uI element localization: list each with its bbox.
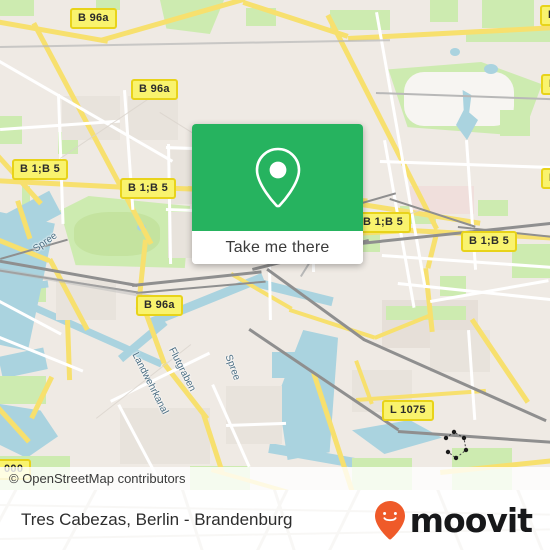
take-me-there-card[interactable]: Take me there (192, 124, 363, 264)
map-canvas[interactable]: Spree Landwehrkanal Flutgraben Spree B 96a B… (0, 0, 550, 490)
moovit-smiley-pin-icon (374, 501, 405, 540)
water-pond (484, 64, 498, 74)
pier-marker-icon (443, 429, 469, 461)
road-shield: B 96a (70, 8, 117, 29)
footer-bar: Tres Cabezas, Berlin - Brandenburg moovi… (0, 490, 550, 550)
card-pin-area (192, 124, 363, 231)
road-shield: L (540, 5, 550, 26)
take-me-there-label: Take me there (225, 238, 330, 256)
road-shield: B 1;B 5 (120, 178, 176, 199)
road-shield: B (541, 74, 550, 95)
landuse-green (430, 0, 458, 22)
map-attribution: © OpenStreetMap contributors (0, 467, 550, 490)
page-title: Tres Cabezas, Berlin - Brandenburg (21, 510, 293, 529)
landuse-green (330, 10, 390, 30)
road-shield: B (541, 168, 550, 189)
road-shield: L 1075 (382, 400, 434, 421)
landuse-green (500, 110, 530, 136)
screenshot-root: Spree Landwehrkanal Flutgraben Spree B 96a B… (0, 0, 550, 550)
landuse-green (0, 0, 34, 16)
road-shield: B 1;B 5 (355, 212, 411, 233)
landuse-clearing (404, 72, 514, 126)
moovit-brand[interactable]: moovit (373, 500, 533, 540)
road-shield: B 1;B 5 (461, 231, 517, 252)
moovit-wordmark: moovit (409, 500, 533, 540)
location-pin-icon (255, 147, 300, 207)
landuse-green (478, 200, 508, 216)
landuse-green (512, 244, 550, 278)
water-pond (450, 48, 460, 56)
road-shield: B 1;B 5 (12, 159, 68, 180)
road-shield: B 96a (136, 295, 183, 316)
card-action-area[interactable]: Take me there (192, 231, 363, 264)
landuse-green (482, 0, 534, 28)
road-shield: B 96a (131, 79, 178, 100)
attribution-text: © OpenStreetMap contributors (9, 471, 186, 486)
